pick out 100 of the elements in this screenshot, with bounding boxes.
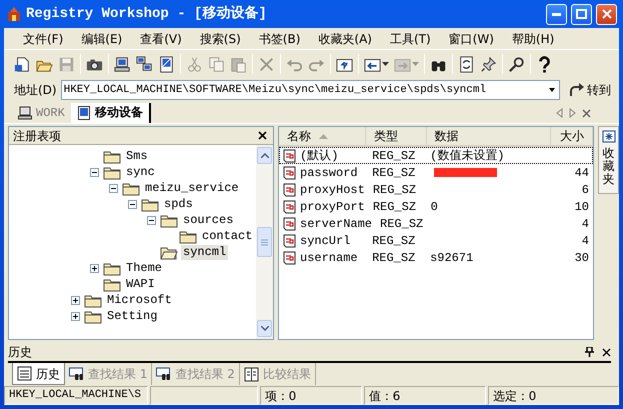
expand-toggle-icon[interactable] — [71, 312, 80, 320]
folder-icon — [103, 148, 121, 164]
tree-item[interactable]: Theme — [124, 260, 164, 276]
document-tab[interactable]: 移动设备 — [70, 103, 151, 123]
column-header[interactable]: 名称 — [279, 127, 366, 145]
tree-item[interactable]: Microsoft — [105, 292, 174, 308]
maximize-button[interactable] — [571, 4, 592, 24]
value-type: REG_SZ — [371, 250, 416, 266]
tree-item[interactable]: meizu_service — [143, 180, 241, 196]
collapse-toggle-icon[interactable] — [128, 200, 137, 208]
value-name: password — [300, 164, 358, 182]
left-arrow-icon — [556, 108, 563, 118]
help-icon — [536, 56, 553, 72]
list-row[interactable]: password REG_SZ 44 — [279, 164, 593, 181]
value-name: username — [300, 250, 358, 266]
registry-file-icon — [76, 106, 91, 120]
tree-item[interactable]: Sms — [124, 148, 150, 164]
list-row[interactable]: syncUrl REG_SZ 4 — [279, 232, 593, 249]
value-name: serverName — [300, 216, 372, 232]
value-type: REG_SZ — [379, 216, 424, 232]
value-data: s92671 — [430, 250, 474, 264]
folder-icon — [122, 180, 140, 196]
delete-icon — [258, 56, 275, 72]
panel-title: 注册表项 — [13, 128, 61, 144]
address-field[interactable]: HKEY_LOCAL_MACHINE\SOFTWARE\Meizu\sync\meizu_service\spds\syncml — [60, 80, 560, 100]
close-icon — [602, 348, 611, 356]
pin-button[interactable] — [585, 347, 594, 357]
minimize-icon — [552, 12, 561, 16]
save-icon — [58, 56, 75, 72]
column-header[interactable]: 大小 — [551, 127, 593, 145]
panel-title: 历史 — [8, 344, 32, 361]
folder-icon — [103, 260, 121, 276]
menu-item[interactable]: 书签(B) — [250, 30, 310, 48]
list-row[interactable]: proxyPort REG_SZ 0 10 — [279, 198, 593, 215]
value-type: REG_SZ — [371, 232, 416, 250]
document-tab[interactable]: WORK — [12, 103, 71, 123]
value-name: syncUrl — [300, 232, 350, 250]
caret-icon — [382, 62, 389, 66]
go-button[interactable]: 转到 — [564, 81, 615, 99]
folder-icon — [84, 292, 102, 308]
menu-item[interactable]: 帮助(H) — [502, 30, 564, 48]
tree-item[interactable]: WAPI — [124, 276, 157, 292]
menu-item[interactable]: 编辑(E) — [72, 30, 132, 48]
status-text: 值 : 6 — [364, 386, 486, 405]
menu-item[interactable]: 查看(V) — [131, 30, 191, 48]
panel-tab[interactable]: 历史 — [12, 363, 65, 385]
computer-icon — [114, 56, 131, 72]
maximize-icon — [576, 9, 587, 19]
scroll-thumb[interactable] — [257, 227, 272, 257]
list-icon — [17, 366, 32, 381]
registry-file-icon — [158, 56, 175, 72]
menu-item[interactable]: 文件(F) — [14, 30, 72, 48]
minimize-button[interactable] — [546, 4, 567, 24]
folder-icon — [103, 164, 121, 180]
paste-icon — [230, 56, 247, 72]
collapse-toggle-icon[interactable] — [147, 216, 156, 224]
value-size: 6 — [582, 182, 589, 196]
menu-item[interactable]: 窗口(W) — [440, 30, 503, 48]
menu-item[interactable]: 工具(T) — [380, 30, 440, 48]
pin-icon — [585, 347, 594, 357]
folder-icon — [84, 308, 102, 324]
value-type: REG_SZ — [371, 164, 416, 182]
scroll-up-button[interactable] — [257, 147, 272, 164]
go-arrow-icon — [568, 82, 584, 98]
favorites-tab[interactable]: 收藏夹 — [598, 126, 619, 194]
value-size: 4 — [582, 216, 589, 230]
value-size: 44 — [574, 166, 589, 180]
expand-toggle-icon[interactable] — [90, 264, 99, 272]
tree-item[interactable]: sync — [124, 164, 157, 180]
collapse-toggle-icon[interactable] — [109, 184, 118, 192]
list-row[interactable]: username REG_SZ s92671 30 — [279, 249, 593, 266]
compare-icon — [244, 366, 259, 382]
column-header[interactable]: 数据 — [426, 127, 552, 145]
list-row[interactable]: (默认) REG_SZ (数值未设置) — [279, 147, 593, 164]
scroll-down-button[interactable] — [257, 320, 272, 337]
tree-item[interactable]: contact — [200, 228, 254, 244]
menu-item[interactable]: 搜索(S) — [190, 30, 250, 48]
value-name: proxyPort — [300, 198, 365, 216]
sort-ascending-icon — [319, 133, 328, 139]
string-value-icon — [283, 200, 296, 214]
tree-item[interactable]: Setting — [105, 308, 160, 324]
scrollbar[interactable] — [256, 145, 273, 339]
list-row[interactable]: proxyHost REG_SZ 6 — [279, 181, 593, 198]
value-data: (数值未设置) — [430, 148, 504, 162]
column-header[interactable]: 类型 — [366, 127, 427, 145]
string-value-icon — [283, 182, 296, 196]
menu-item[interactable]: 收藏夹(A) — [309, 30, 381, 48]
value-type: REG_SZ — [372, 198, 418, 216]
expand-toggle-icon[interactable] — [71, 296, 80, 304]
status-text: 项 : 0 — [260, 386, 362, 405]
close-button[interactable] — [258, 131, 267, 140]
string-value-icon — [283, 166, 296, 180]
tree-item[interactable]: spds — [162, 196, 195, 212]
collapse-toggle-icon[interactable] — [90, 168, 99, 176]
close-button[interactable] — [602, 348, 611, 356]
tree-item[interactable]: sources — [181, 212, 236, 228]
folder-icon — [141, 196, 159, 212]
copy-icon — [208, 56, 225, 72]
tree-item[interactable]: syncml — [181, 244, 228, 260]
list-row[interactable]: serverName REG_SZ 4 — [279, 215, 593, 232]
